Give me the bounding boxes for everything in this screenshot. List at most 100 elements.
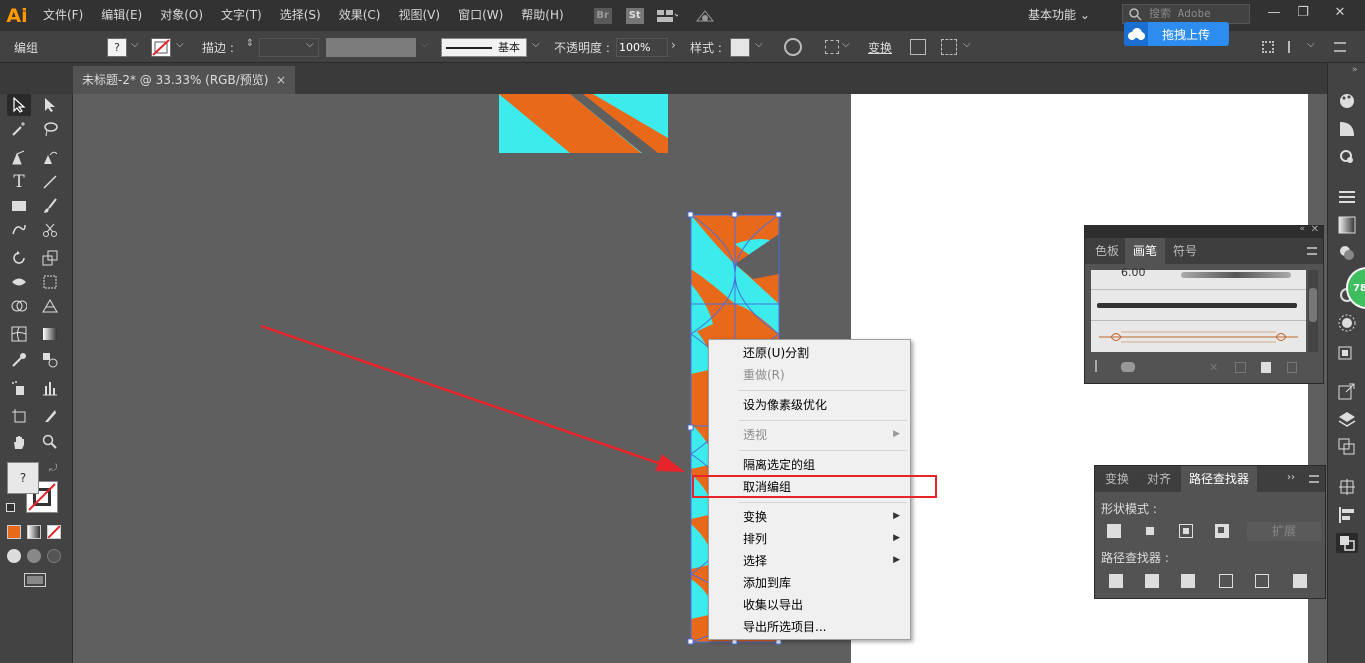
symbol-sprayer-tool[interactable] [7, 377, 31, 399]
line-segment-tool[interactable] [38, 171, 62, 193]
close-tab-icon[interactable]: × [276, 66, 286, 94]
appearance-button[interactable] [1336, 147, 1358, 167]
none-mode-button[interactable] [47, 525, 61, 539]
panel-menu-icon[interactable] [1309, 475, 1319, 483]
rotate-tool[interactable] [7, 247, 31, 269]
align-panel-button[interactable] [1262, 41, 1274, 53]
stroke-swatch[interactable] [151, 38, 171, 57]
gpu-performance-button[interactable] [693, 6, 717, 26]
minus-back-icon[interactable] [1293, 574, 1307, 588]
menu-item-undo[interactable]: 还原(U)分割 [743, 342, 809, 364]
collapse-icon[interactable]: « [1299, 224, 1305, 234]
menu-window[interactable]: 窗口(W) [449, 0, 512, 31]
stock-button[interactable]: St [623, 6, 647, 26]
rectangle-tool[interactable] [7, 195, 31, 217]
pathfinder-panel-button[interactable] [1336, 533, 1358, 553]
drag-upload-button[interactable]: 拖拽上传 [1124, 22, 1229, 46]
menu-view[interactable]: 视图(V) [389, 0, 449, 31]
isolate-selection-button[interactable] [910, 39, 926, 55]
column-graph-tool[interactable] [38, 377, 62, 399]
zoom-tool[interactable] [38, 431, 62, 453]
divide-icon[interactable] [1109, 574, 1123, 588]
scrollbar-thumb[interactable] [1309, 288, 1317, 322]
menu-item-pixel-optimize[interactable]: 设为像素级优化 [743, 394, 827, 416]
crop-icon[interactable] [1219, 574, 1233, 588]
transform-link[interactable]: 变换 [868, 39, 892, 56]
gradient-panel-button[interactable] [1336, 215, 1358, 235]
merge-icon[interactable] [1181, 574, 1195, 588]
brush-list-scrollbar[interactable] [1308, 270, 1318, 352]
workspace-switcher[interactable]: 基本功能 ⌄ [1028, 5, 1090, 25]
gradient-tool[interactable] [38, 323, 62, 345]
perspective-grid-tool[interactable] [38, 295, 62, 317]
gradient-mode-button[interactable] [27, 525, 41, 539]
transform-panel-button[interactable] [1336, 477, 1358, 497]
recolor-artwork-button[interactable] [784, 38, 802, 56]
brush-row-3[interactable] [1091, 322, 1306, 352]
tab-symbols[interactable]: 符号 [1165, 238, 1205, 264]
brush-libraries-icon[interactable] [1095, 360, 1107, 372]
bridge-button[interactable]: Br [591, 6, 615, 26]
menu-effect[interactable]: 效果(C) [330, 0, 390, 31]
slice-tool[interactable] [38, 405, 62, 427]
chevron-right-icon[interactable]: › [671, 38, 676, 52]
menu-item-collect-for-export[interactable]: 收集以导出 [743, 594, 803, 616]
arrange-documents-button[interactable] [655, 6, 679, 26]
tab-transform[interactable]: 变换 [1097, 466, 1137, 492]
brush-row-1[interactable]: 6.00 [1091, 266, 1306, 290]
distribute-button[interactable] [1288, 41, 1300, 53]
panel-menu-icon[interactable] [1307, 247, 1317, 255]
align-panel-button[interactable] [1336, 505, 1358, 525]
expand-panel-icon[interactable]: ›› [1287, 472, 1295, 483]
draw-normal-button[interactable] [7, 549, 21, 563]
libraries-panel-icon[interactable] [1121, 362, 1135, 372]
menu-object[interactable]: 对象(O) [151, 0, 212, 31]
color-mode-button[interactable] [7, 525, 21, 539]
menu-item-arrange[interactable]: 排列 [743, 528, 767, 550]
menu-type[interactable]: 文字(T) [212, 0, 271, 31]
paintbrush-tool[interactable] [38, 195, 62, 217]
tab-align[interactable]: 对齐 [1139, 466, 1179, 492]
intersect-icon[interactable] [1179, 524, 1193, 538]
exclude-icon[interactable] [1215, 524, 1229, 538]
shape-builder-tool[interactable] [7, 295, 31, 317]
tab-brushes[interactable]: 画笔 [1125, 238, 1166, 264]
minus-front-icon[interactable] [1143, 524, 1157, 538]
menu-item-select[interactable]: 选择 [743, 550, 767, 572]
panel-title-bar[interactable]: « ✕ [1085, 224, 1323, 238]
artboards-panel-button[interactable] [1336, 437, 1358, 457]
fill-color-box[interactable]: ? [7, 462, 39, 494]
scissors-tool[interactable] [38, 219, 62, 241]
menu-item-transform[interactable]: 变换 [743, 506, 767, 528]
minimize-button[interactable]: — [1259, 4, 1289, 22]
collapse-dock-icon[interactable]: » [1352, 65, 1358, 75]
shaper-tool[interactable] [7, 219, 31, 241]
document-tab[interactable]: 未标题-2* @ 33.33% (RGB/预览) × [73, 66, 295, 94]
lasso-tool[interactable] [38, 118, 62, 140]
tab-pathfinder[interactable]: 路径查找器 [1181, 466, 1258, 492]
type-tool[interactable]: T [7, 171, 31, 193]
puppet-warp-button[interactable] [941, 39, 957, 55]
brush-definition[interactable]: 基本 [441, 38, 527, 57]
draw-inside-button[interactable] [47, 549, 61, 563]
direct-selection-tool[interactable] [38, 94, 62, 116]
brush-row-2[interactable] [1091, 291, 1306, 321]
stroke-weight-stepper[interactable]: ⇕ [243, 38, 257, 57]
maximize-button[interactable]: ❐ [1288, 4, 1318, 22]
width-tool[interactable] [7, 271, 31, 293]
graphic-style-swatch[interactable] [730, 38, 750, 57]
scale-tool[interactable] [38, 247, 62, 269]
symbols-panel-button[interactable] [1336, 313, 1358, 333]
blend-tool[interactable] [38, 349, 62, 371]
panel-menu-icon[interactable] [1334, 42, 1346, 52]
outline-icon[interactable] [1255, 574, 1269, 588]
top-stripes-artwork[interactable] [499, 94, 668, 153]
opacity-input[interactable]: 100% [616, 38, 668, 57]
trim-icon[interactable] [1145, 574, 1159, 588]
draw-behind-button[interactable] [27, 549, 41, 563]
menu-item-isolate-group[interactable]: 隔离选定的组 [743, 454, 815, 476]
asset-export-button[interactable] [1336, 341, 1358, 361]
tab-swatches[interactable]: 色板 [1087, 238, 1127, 264]
stock-search-input[interactable]: 搜索 Adobe Stock [1122, 4, 1250, 38]
new-brush-icon[interactable] [1261, 362, 1271, 373]
